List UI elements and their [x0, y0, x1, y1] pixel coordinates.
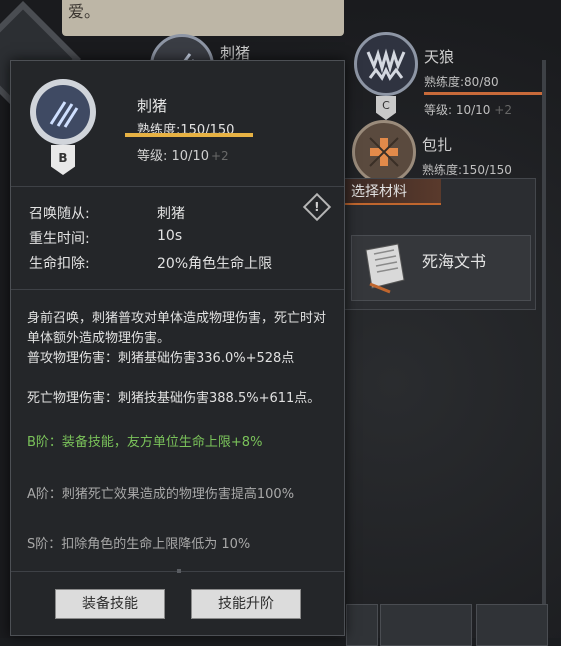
attr-label-hp-cost: 生命扣除: — [29, 256, 90, 272]
grade-badge: B — [51, 145, 75, 175]
material-item-label: 死海文书 — [422, 252, 487, 271]
tier-b-effect: B阶：装备技能，友方单位生命上限+8% — [27, 435, 263, 450]
material-item-sihai-wenshu[interactable]: 死海文书 — [351, 235, 531, 301]
skill-detail-card: B 刺猪 熟练度:150/150 等级: 10/10 +2 召唤随从: 刺猪 ! … — [10, 60, 345, 636]
attr-label-respawn: 重生时间: — [29, 231, 90, 247]
divider — [11, 289, 344, 290]
skill-icon-frame — [30, 79, 96, 145]
attr-label-summon: 召唤随从: — [29, 206, 90, 222]
background-skill-proficiency: 熟练度:80/80 — [424, 75, 499, 89]
level-text: 等级: 10/10 +2 — [137, 145, 229, 164]
skill-header: B 刺猪 熟练度:150/150 等级: 10/10 +2 — [11, 61, 344, 186]
tier-a-effect: A阶：刺猪死亡效果造成的物理伤害提高100% — [27, 487, 295, 502]
background-skill-proficiency: 熟练度:150/150 — [422, 163, 512, 177]
material-panel-header: 选择材料 — [345, 179, 441, 205]
bottom-slot[interactable] — [346, 604, 378, 646]
claw-icon — [36, 85, 90, 139]
bottom-slot[interactable] — [380, 604, 472, 646]
equip-skill-button[interactable]: 装备技能 — [55, 589, 165, 619]
background-level-text: 等级: 10/10 — [424, 103, 491, 117]
level-bonus: +2 — [210, 149, 229, 163]
background-level-bonus: +2 — [494, 103, 512, 117]
speech-text: 爱。 — [68, 2, 101, 21]
tier-s-effect: S阶：扣除角色的生命上限降低为 10% — [27, 537, 251, 552]
background-skill-baozha[interactable]: 包扎 熟练度:150/150 — [352, 120, 542, 184]
skill-name: 刺猪 — [137, 97, 168, 115]
wolf-jaw-icon — [354, 32, 418, 96]
speech-bubble: 爱。 — [62, 0, 344, 36]
background-proficiency-bar — [424, 92, 542, 95]
death-damage: 死亡物理伤害：刺猪技基础伤害388.5%+611点。 — [27, 391, 321, 406]
background-skill-name: 天狼 — [424, 48, 455, 66]
scroll-track[interactable] — [542, 60, 546, 620]
attr-value-respawn: 10s — [157, 228, 183, 244]
bandage-icon — [352, 120, 416, 184]
upgrade-skill-button[interactable]: 技能升阶 — [191, 589, 301, 619]
bottom-slot[interactable] — [476, 604, 548, 646]
material-panel: 选择材料 死海文书 — [344, 178, 536, 310]
proficiency-bar-track — [125, 133, 253, 137]
attr-value-summon: 刺猪 — [157, 206, 185, 222]
scroll-icon — [365, 243, 405, 294]
background-skill-name: 包扎 — [422, 136, 453, 154]
divider-dot — [177, 569, 181, 573]
background-skill-level: 等级: 10/10 +2 — [424, 101, 544, 118]
level-value: 等级: 10/10 — [137, 149, 209, 164]
info-icon[interactable]: ! — [302, 192, 332, 222]
proficiency-bar-fill — [125, 133, 253, 137]
divider — [11, 186, 344, 187]
attr-value-hp-cost: 20%角色生命上限 — [157, 256, 273, 272]
skill-description: 身前召唤，刺猪普攻对单体造成物理伤害，死亡时对单体额外造成物理伤害。 — [27, 311, 327, 346]
normal-attack-damage: 普攻物理伤害：刺猪基础伤害336.0%+528点 — [27, 351, 295, 366]
